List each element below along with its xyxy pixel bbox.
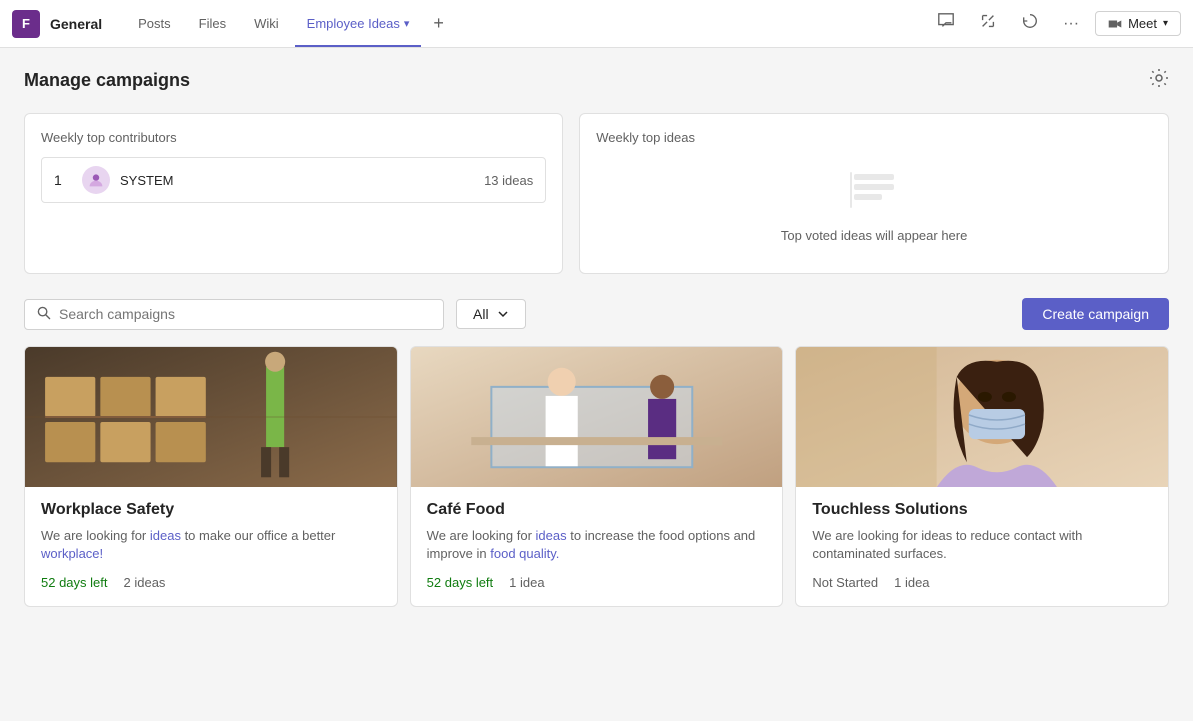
filter-value: All — [473, 306, 489, 322]
tab-employee-ideas[interactable]: Employee Ideas ▾ — [295, 0, 422, 47]
chevron-down-icon — [497, 308, 509, 320]
campaign-image-workplace-safety — [25, 347, 397, 487]
weekly-top-ideas-card: Weekly top ideas Top voted ideas will ap… — [579, 113, 1169, 274]
expand-button[interactable] — [971, 8, 1005, 39]
campaign-footer-cafe-food: 52 days left 1 idea — [427, 575, 767, 590]
campaign-image-touchless-solutions — [796, 347, 1168, 487]
create-campaign-button[interactable]: Create campaign — [1022, 298, 1169, 330]
filter-dropdown[interactable]: All — [456, 299, 526, 329]
contributor-avatar — [82, 166, 110, 194]
empty-ideas-text: Top voted ideas will appear here — [781, 228, 967, 243]
campaign-title-workplace-safety: Workplace Safety — [41, 501, 381, 519]
campaign-footer-touchless-solutions: Not Started 1 idea — [812, 575, 1152, 590]
contributor-item: 1 SYSTEM 13 ideas — [41, 157, 546, 203]
campaign-card-touchless-solutions[interactable]: Touchless Solutions We are looking for i… — [795, 346, 1169, 607]
search-box — [24, 299, 444, 330]
campaign-body-workplace-safety: Workplace Safety We are looking for idea… — [25, 487, 397, 606]
campaign-title-touchless-solutions: Touchless Solutions — [812, 501, 1152, 519]
campaign-desc-workplace-safety: We are looking for ideas to make our off… — [41, 527, 381, 563]
more-button[interactable]: ··· — [1055, 11, 1087, 37]
main-content: Manage campaigns Weekly top contributors… — [0, 48, 1193, 721]
manage-header: Manage campaigns — [24, 68, 1169, 93]
empty-ideas-state: Top voted ideas will appear here — [596, 157, 1152, 257]
campaign-card-workplace-safety[interactable]: Workplace Safety We are looking for idea… — [24, 346, 398, 607]
team-icon: F — [12, 10, 40, 38]
settings-button[interactable] — [1149, 68, 1169, 93]
tab-wiki[interactable]: Wiki — [242, 0, 291, 47]
weekly-row: Weekly top contributors 1 SYSTEM 13 idea… — [24, 113, 1169, 274]
campaign-desc-touchless-solutions: We are looking for ideas to reduce conta… — [812, 527, 1152, 563]
search-input[interactable] — [59, 306, 431, 322]
search-filter-row: All Create campaign — [24, 298, 1169, 330]
search-icon — [37, 306, 51, 323]
page-title: Manage campaigns — [24, 70, 190, 91]
campaigns-grid: Workplace Safety We are looking for idea… — [24, 346, 1169, 607]
tab-posts[interactable]: Posts — [126, 0, 183, 47]
contributor-name: SYSTEM — [120, 173, 484, 188]
campaign-card-cafe-food[interactable]: Café Food We are looking for ideas to in… — [410, 346, 784, 607]
campaign-body-cafe-food: Café Food We are looking for ideas to in… — [411, 487, 783, 606]
refresh-button[interactable] — [1013, 8, 1047, 39]
campaign-days-left: 52 days left — [427, 575, 494, 590]
tab-files[interactable]: Files — [187, 0, 238, 47]
contributor-rank: 1 — [54, 172, 70, 188]
campaign-image-cafe-food — [411, 347, 783, 487]
campaign-idea-count: 2 ideas — [124, 575, 166, 590]
contributors-label: Weekly top contributors — [41, 130, 546, 145]
campaign-status: Not Started — [812, 575, 878, 590]
top-ideas-label: Weekly top ideas — [596, 130, 1152, 145]
campaign-idea-count: 1 idea — [509, 575, 544, 590]
campaign-title-cafe-food: Café Food — [427, 501, 767, 519]
campaign-days-left: 52 days left — [41, 575, 108, 590]
channel-name: General — [50, 16, 102, 32]
contributor-count: 13 ideas — [484, 173, 533, 188]
campaign-idea-count: 1 idea — [894, 575, 929, 590]
add-tab-button[interactable]: + — [425, 13, 452, 34]
campaign-desc-cafe-food: We are looking for ideas to increase the… — [427, 527, 767, 563]
top-bar: F General Posts Files Wiki Employee Idea… — [0, 0, 1193, 48]
chat-button[interactable] — [929, 8, 963, 39]
top-bar-actions: ··· Meet ▾ — [929, 8, 1181, 39]
meet-button[interactable]: Meet ▾ — [1095, 11, 1181, 36]
campaign-body-touchless-solutions: Touchless Solutions We are looking for i… — [796, 487, 1168, 606]
campaign-footer-workplace-safety: 52 days left 2 ideas — [41, 575, 381, 590]
nav-tabs: Posts Files Wiki Employee Ideas ▾ + — [126, 0, 452, 47]
weekly-contributors-card: Weekly top contributors 1 SYSTEM 13 idea… — [24, 113, 563, 274]
